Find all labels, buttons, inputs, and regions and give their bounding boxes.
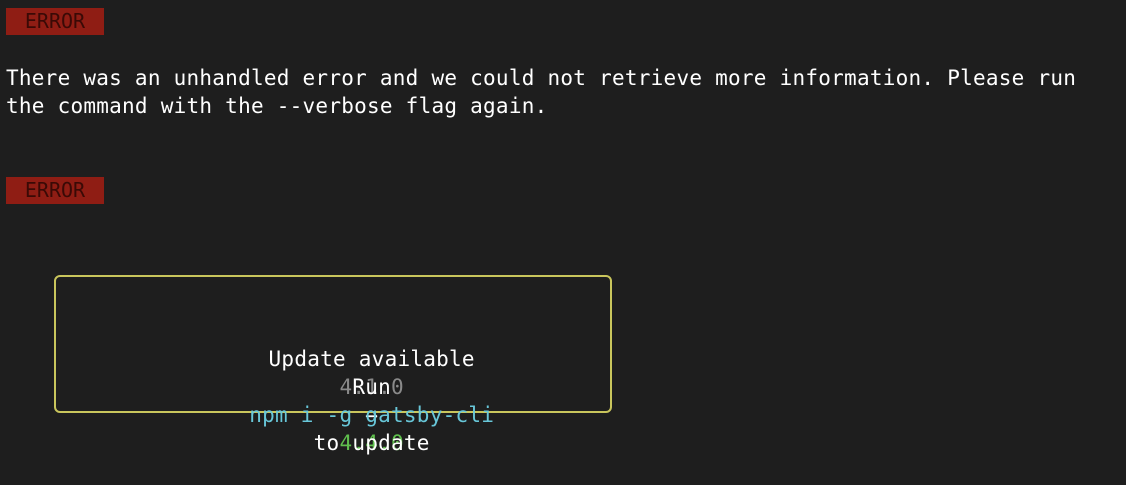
run-label: Run xyxy=(352,375,392,399)
error-badge-secondary: ERROR xyxy=(6,177,104,204)
update-suffix: to update xyxy=(313,431,430,455)
update-command-line: Run npm i -g gatsby-cli to update xyxy=(56,345,610,485)
error-badge: ERROR xyxy=(6,8,104,35)
terminal-window: ERROR There was an unhandled error and w… xyxy=(0,0,1126,455)
update-notice-box: Update available 4.1.0 → 4.4.0 Run npm i… xyxy=(54,275,612,455)
update-command[interactable]: npm i -g gatsby-cli xyxy=(249,403,494,427)
error-message: There was an unhandled error and we coul… xyxy=(6,66,1090,118)
